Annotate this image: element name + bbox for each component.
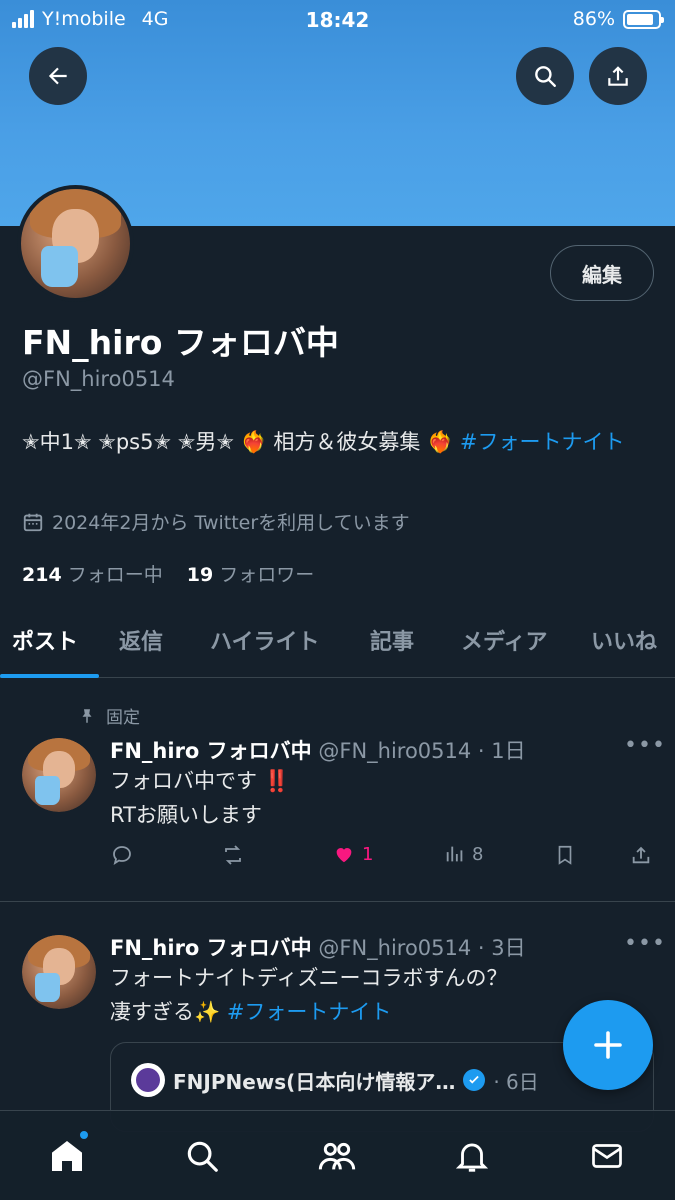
search-icon xyxy=(535,66,556,87)
post-line-2: RTお願いします xyxy=(110,803,262,827)
joined-date: 2024年2月から Twitterを利用しています xyxy=(22,508,410,535)
search-button[interactable] xyxy=(516,47,574,105)
battery-icon xyxy=(623,9,664,29)
avatar-image xyxy=(21,189,130,298)
post-avatar[interactable] xyxy=(22,935,96,1009)
tab-indicator xyxy=(0,674,99,678)
tab-media[interactable]: メディア xyxy=(461,624,547,656)
post-line-2: 凄すぎる✨ #フォートナイト xyxy=(110,995,508,1029)
arrow-left-icon xyxy=(48,67,67,85)
search-icon xyxy=(187,1141,218,1172)
reply-icon xyxy=(113,846,131,865)
following-link[interactable]: 214 フォロー中 xyxy=(22,560,163,587)
followers-label: フォロワー xyxy=(219,564,315,586)
more-options-icon[interactable]: ••• xyxy=(624,931,666,956)
bookmark-icon xyxy=(558,845,572,865)
post-line-1: フォートナイトディズニーコラボすんの？ xyxy=(110,966,508,990)
battery-percent: 86% xyxy=(572,8,615,30)
bio-hashtag[interactable]: #フォートナイト xyxy=(460,430,625,454)
joined-text: 2024年2月から Twitterを利用しています xyxy=(52,512,410,534)
nav-messages[interactable] xyxy=(586,1135,628,1177)
post-avatar[interactable] xyxy=(22,738,96,812)
reply-button[interactable] xyxy=(110,843,134,867)
post-meta: @FN_hiro0514 · 3日 xyxy=(318,936,526,960)
post-line-1: フォロバ中です ‼️ xyxy=(110,769,290,793)
post-body: フォロバ中です ‼️ RTお願いします xyxy=(110,764,290,832)
following-label: フォロー中 xyxy=(67,564,163,586)
quote-header: FNJPNews(日本向け情報ア… · 6日 xyxy=(131,1063,539,1097)
followers-link[interactable]: 19 フォロワー xyxy=(187,560,315,587)
repost-button[interactable] xyxy=(220,843,246,867)
post-meta: @FN_hiro0514 · 1日 xyxy=(318,739,526,763)
avatar-image xyxy=(22,935,96,1009)
post-share-button[interactable] xyxy=(630,843,652,867)
pinned-label: 固定 xyxy=(78,703,140,728)
post-author-name[interactable]: FN_hiro フォロバ中 xyxy=(110,739,312,763)
post-hashtag[interactable]: #フォートナイト xyxy=(227,1000,392,1024)
pin-icon xyxy=(82,708,92,723)
compose-button[interactable] xyxy=(563,1000,653,1090)
bookmark-button[interactable] xyxy=(554,843,576,867)
profile-bio: ✭中1✭ ✭ps5✭ ✭男✭ ❤️‍🔥 相方＆彼女募集 ❤️‍🔥 #フォートナイ… xyxy=(22,425,662,459)
status-bar: Y!mobile 4G 18:42 86% xyxy=(0,0,675,40)
post-line-2-text: 凄すぎる✨ xyxy=(110,1000,227,1024)
profile-name: FN_hiro フォロバ中 xyxy=(22,323,339,362)
tab-posts[interactable]: ポスト xyxy=(12,624,78,656)
messages-icon xyxy=(592,1144,622,1168)
share-icon xyxy=(632,846,650,864)
followers-count: 19 xyxy=(186,564,214,586)
quote-meta: · 6日 xyxy=(493,1069,539,1094)
tab-articles[interactable]: 記事 xyxy=(370,624,414,656)
post-header: FN_hiro フォロバ中 @FN_hiro0514 · 3日 xyxy=(110,932,526,962)
share-icon xyxy=(608,66,628,86)
back-button[interactable] xyxy=(29,47,87,105)
verified-badge-icon xyxy=(463,1069,486,1091)
plus-icon xyxy=(594,1031,622,1059)
communities-icon xyxy=(318,1142,356,1170)
nav-search[interactable] xyxy=(181,1135,223,1177)
tab-replies[interactable]: 返信 xyxy=(119,624,163,656)
battery-info: 86% xyxy=(572,8,664,30)
edit-profile-button[interactable]: 編集 xyxy=(550,245,654,301)
analytics-icon xyxy=(446,846,463,862)
post-divider xyxy=(0,901,675,902)
following-count: 214 xyxy=(22,564,62,586)
home-icon xyxy=(52,1141,82,1171)
like-button[interactable]: 1 xyxy=(332,843,373,865)
follow-stats: 214 フォロー中 19 フォロワー xyxy=(22,560,314,587)
like-count: 1 xyxy=(362,843,374,865)
tab-highlights[interactable]: ハイライト xyxy=(210,624,320,656)
bio-text: ✭中1✭ ✭ps5✭ ✭男✭ ❤️‍🔥 相方＆彼女募集 ❤️‍🔥 xyxy=(22,430,460,454)
quote-author-name: FNJPNews(日本向け情報ア… xyxy=(173,1069,456,1094)
pinned-text: 固定 xyxy=(106,708,140,728)
avatar-image xyxy=(22,738,96,812)
profile-avatar[interactable] xyxy=(17,185,134,302)
more-options-icon[interactable]: ••• xyxy=(624,733,666,758)
repost-icon xyxy=(225,845,241,865)
post-author-name[interactable]: FN_hiro フォロバ中 xyxy=(110,936,312,960)
calendar-icon xyxy=(23,513,43,531)
heart-icon xyxy=(336,848,352,863)
post-body: フォートナイトディズニーコラボすんの？ 凄すぎる✨ #フォートナイト xyxy=(110,961,508,1029)
nav-communities[interactable] xyxy=(316,1135,358,1177)
bottom-nav xyxy=(0,1110,675,1200)
tab-likes[interactable]: いいね xyxy=(591,624,657,656)
notification-dot xyxy=(78,1129,90,1141)
quote-avatar xyxy=(131,1063,165,1097)
post-actions: 1 8 xyxy=(110,843,655,877)
nav-notifications[interactable] xyxy=(451,1135,493,1177)
share-button[interactable] xyxy=(589,47,647,105)
post-header: FN_hiro フォロバ中 @FN_hiro0514 · 1日 xyxy=(110,735,526,765)
profile-handle: @FN_hiro0514 xyxy=(22,367,175,391)
views-count: 8 xyxy=(472,843,484,865)
profile-tabs: ポスト 返信 ハイライト 記事 メディア いいね xyxy=(0,606,675,678)
nav-home[interactable] xyxy=(46,1129,90,1177)
notifications-icon xyxy=(455,1143,489,1172)
views-button[interactable]: 8 xyxy=(444,843,483,865)
